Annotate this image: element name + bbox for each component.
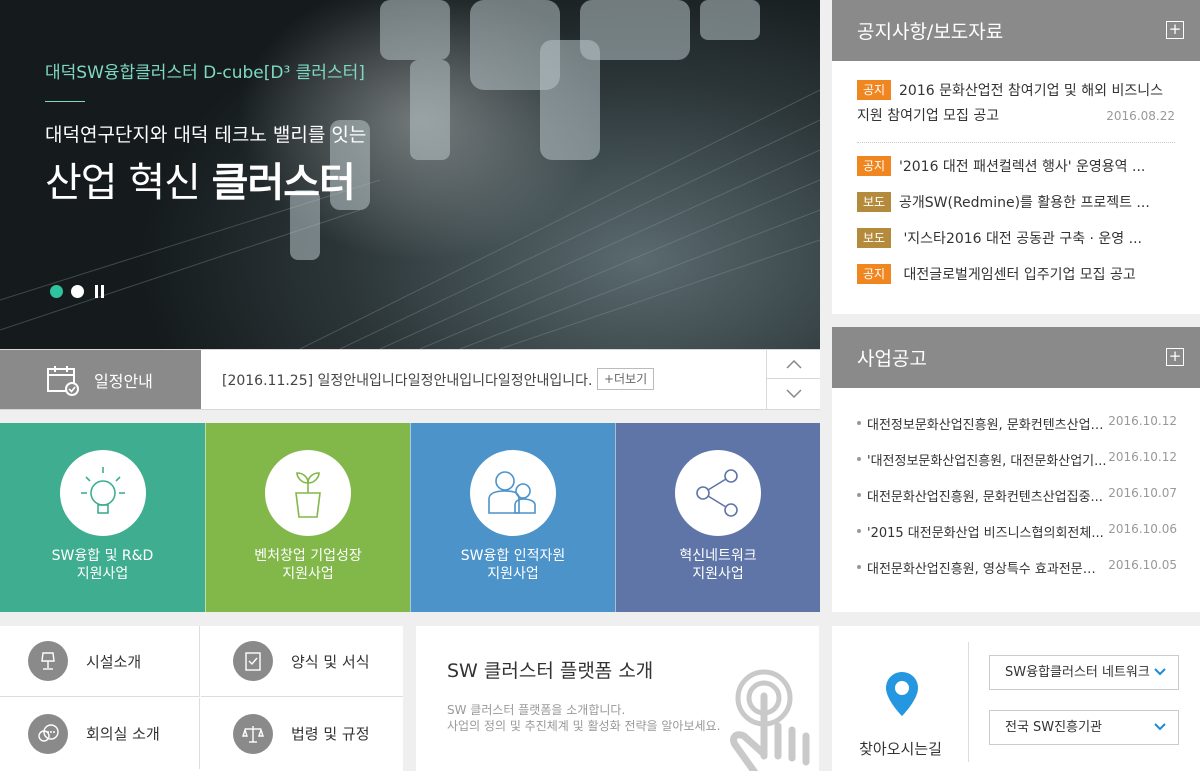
select-value: SW융합클러스터 네트워크 (1005, 665, 1150, 680)
notice-date: 2016.08.22 (1106, 109, 1175, 123)
plus-icon[interactable]: + (1166, 21, 1184, 39)
link-meeting-room[interactable]: 회의실 소개 (0, 698, 200, 769)
calendar-icon (47, 365, 79, 396)
platform-title: SW 클러스터 플랫폼 소개 (447, 660, 654, 682)
chevron-up-icon[interactable] (767, 350, 820, 379)
plus-icon[interactable]: + (1166, 348, 1184, 366)
biz-header: 사업공고 + (832, 327, 1200, 388)
schedule-more-button[interactable]: +더보기 (597, 368, 655, 390)
list-item-text: 대전문화산업진흥원, 문화컨텐츠산업집중... (857, 486, 1107, 505)
list-item[interactable]: '2015 대전문화산업 비즈니스협의회전체... 2016.10.06 (857, 522, 1177, 541)
list-item-text: '2015 대전문화산업 비즈니스협의회전체... (857, 522, 1107, 541)
slide-dot-2[interactable] (71, 285, 84, 298)
lamp-icon (28, 641, 68, 681)
list-item-date: 2016.10.05 (1108, 558, 1177, 572)
link-label: 시설소개 (86, 652, 142, 671)
list-item-date: 2016.10.07 (1108, 486, 1177, 500)
network-select[interactable]: SW융합클러스터 네트워크 (989, 655, 1179, 690)
document-check-icon (233, 641, 273, 681)
program-tiles: SW융합 및 R&D 지원사업 벤처창업 기업성장 지원사업 SW융합 인적자원… (0, 423, 820, 612)
map-pin-icon (886, 672, 918, 716)
notice-item-text: 대전글로벌게임센터 입주기업 모집 공고 (899, 267, 1136, 283)
list-item[interactable]: '대전정보문화산업진흥원, 대전문화산업기... 2016.10.12 (857, 450, 1177, 469)
directions-label: 찾아오시는길 (859, 740, 942, 758)
hero-banner: 대덕SW융합클러스터 D-cube[D³ 클러스터] 대덕연구단지와 대덕 테크… (0, 0, 820, 349)
link-label: 양식 및 서식 (291, 652, 370, 671)
tile-network[interactable]: 혁신네트워크 지원사업 (615, 423, 820, 612)
tile-sw-rnd[interactable]: SW융합 및 R&D 지원사업 (0, 423, 205, 612)
directions-panel: 찾아오시는길 SW융합클러스터 네트워크 전국 SW진흥기관 (832, 626, 1200, 771)
list-item[interactable]: 대전문화산업진흥원, 영상특수 효과전문가... 2016.10.05 (857, 558, 1177, 577)
institution-select[interactable]: 전국 SW진흥기관 (989, 710, 1179, 745)
chevron-down-icon (1154, 711, 1166, 744)
list-item-date: 2016.10.06 (1108, 522, 1177, 536)
notice-header: 공지사항/보도자료 + (832, 0, 1200, 61)
notice-badge: 공지 (857, 80, 891, 100)
scales-icon (233, 713, 273, 754)
chat-bubbles-icon (28, 713, 68, 754)
directions-link[interactable]: 찾아오시는길 (832, 642, 969, 762)
hero-title: 산업 혁신 클러스터 (45, 150, 356, 208)
lightbulb-icon (59, 450, 146, 536)
notice-item[interactable]: 공지 '2016 대전 패션컬렉션 행사' 운영용역 ... (857, 156, 1157, 176)
link-label: 회의실 소개 (86, 725, 160, 743)
hero-title-bold: 클러스터 (211, 160, 356, 206)
divider (857, 142, 1175, 143)
plant-pot-icon (265, 450, 351, 536)
tile-label: 혁신네트워크 지원사업 (679, 548, 757, 582)
list-item[interactable]: 대전문화산업진흥원, 문화컨텐츠산업집중... 2016.10.07 (857, 486, 1177, 505)
notice-item[interactable]: 공지 대전글로벌게임센터 입주기업 모집 공고 (857, 264, 1157, 284)
notice-item-text: 공개SW(Redmine)를 활용한 프로젝트 ... (899, 195, 1150, 211)
notice-badge: 보도 (857, 228, 891, 248)
business-announcement-panel: 사업공고 + 대전정보문화산업진흥원, 문화컨텐츠산업 ... 2016.10.1… (832, 327, 1200, 612)
hero-title-plain: 산업 혁신 (45, 160, 212, 206)
tile-label: SW융합 인적자원 지원사업 (460, 548, 566, 582)
schedule-arrows (766, 350, 820, 409)
quick-links: 시설소개 양식 및 서식 회의실 소개 법령 및 규정 (0, 626, 403, 771)
notice-item-text: '지스타2016 대전 공동관 구축 · 운영 ... (899, 231, 1142, 247)
notice-badge: 공지 (857, 156, 891, 176)
notice-item-text: '2016 대전 패션컬렉션 행사' 운영용역 ... (899, 159, 1146, 175)
notice-item[interactable]: 공지 2016 문화산업전 참여기업 및 해외 비즈니스 지원 참여기업 모집 공… (857, 79, 1175, 129)
biz-title: 사업공고 (857, 348, 927, 370)
notice-title: 공지사항/보도자료 (857, 21, 1004, 43)
schedule-label: 일정안내 (94, 371, 153, 391)
chevron-down-icon[interactable] (767, 379, 820, 408)
tile-venture[interactable]: 벤처창업 기업성장 지원사업 (205, 423, 410, 612)
platform-description: SW 클러스터 플랫폼을 소개합니다. 사업의 정의 및 추진체계 및 활성화 전… (447, 703, 721, 733)
list-item-date: 2016.10.12 (1108, 414, 1177, 428)
schedule-bar: 일정안내 [2016.11.25] 일정안내입니다일정안내입니다일정안내입니다.… (0, 349, 820, 410)
link-regulations[interactable]: 법령 및 규정 (201, 698, 403, 769)
list-item-text: 대전문화산업진흥원, 영상특수 효과전문가... (857, 558, 1107, 577)
hero-subtitle: 대덕SW융합클러스터 D-cube[D³ 클러스터] (45, 63, 365, 83)
tile-label: SW융합 및 R&D 지원사업 (51, 548, 154, 582)
schedule-label-box: 일정안내 (0, 350, 201, 409)
hero-divider (45, 101, 85, 102)
list-item-date: 2016.10.12 (1108, 450, 1177, 464)
platform-intro[interactable]: SW 클러스터 플랫폼 소개 SW 클러스터 플랫폼을 소개합니다. 사업의 정의… (416, 626, 819, 771)
slider-controls (50, 285, 109, 298)
notice-badge: 보도 (857, 192, 891, 212)
list-item-text: '대전정보문화산업진흥원, 대전문화산업기... (857, 450, 1107, 469)
slide-dot-1[interactable] (50, 285, 63, 298)
hero-description: 대덕연구단지와 대덕 테크노 밸리를 잇는 (45, 124, 367, 146)
list-item-text: 대전정보문화산업진흥원, 문화컨텐츠산업 ... (857, 414, 1107, 433)
link-facility[interactable]: 시설소개 (0, 626, 200, 697)
list-item[interactable]: 대전정보문화산업진흥원, 문화컨텐츠산업 ... 2016.10.12 (857, 414, 1177, 433)
select-value: 전국 SW진흥기관 (1005, 720, 1102, 735)
touch-hand-icon (730, 669, 810, 771)
tile-label: 벤처창업 기업성장 지원사업 (254, 548, 362, 582)
link-label: 법령 및 규정 (291, 725, 370, 743)
schedule-text[interactable]: [2016.11.25] 일정안내입니다일정안내입니다일정안내입니다. (222, 370, 592, 390)
notice-panel: 공지사항/보도자료 + 공지 2016 문화산업전 참여기업 및 해외 비즈니스 … (832, 0, 1200, 314)
notice-item[interactable]: 보도 공개SW(Redmine)를 활용한 프로젝트 ... (857, 192, 1157, 212)
tile-hr[interactable]: SW융합 인적자원 지원사업 (410, 423, 615, 612)
share-network-icon (675, 450, 761, 536)
link-forms[interactable]: 양식 및 서식 (201, 626, 403, 697)
chevron-down-icon (1154, 656, 1166, 689)
notice-item[interactable]: 보도 '지스타2016 대전 공동관 구축 · 운영 ... (857, 228, 1157, 248)
pause-icon[interactable] (95, 285, 109, 298)
people-icon (470, 450, 556, 536)
notice-badge: 공지 (857, 264, 891, 284)
